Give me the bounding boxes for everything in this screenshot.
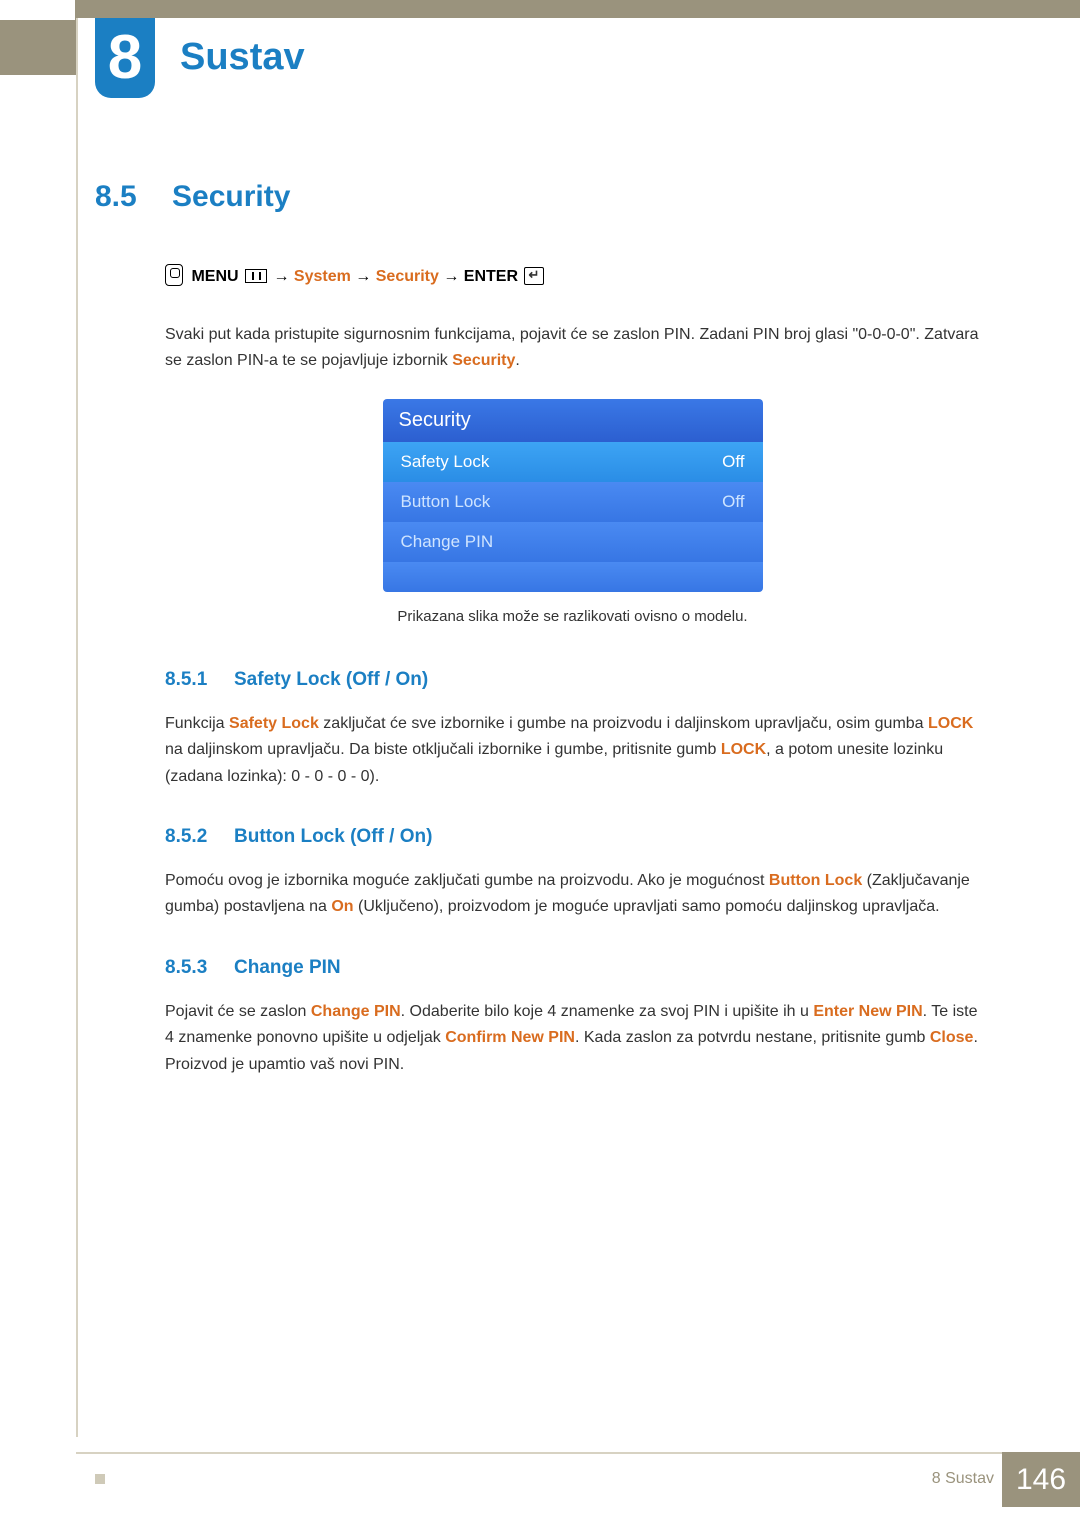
text: na daljinskom upravljaču. Da biste otklj… bbox=[165, 741, 721, 758]
highlight: LOCK bbox=[721, 741, 766, 758]
intro-highlight: Security bbox=[452, 352, 515, 369]
text: Funkcija bbox=[165, 715, 229, 732]
section-body: MENU → System → Security → ENTER Svaki p… bbox=[165, 264, 980, 625]
page-content: 8.5 Security MENU → System → Security → … bbox=[95, 180, 980, 1102]
osd-row-value: Off bbox=[722, 452, 744, 472]
header-notch bbox=[0, 0, 75, 20]
left-margin-rule bbox=[76, 18, 78, 1437]
highlight: LOCK bbox=[928, 715, 973, 732]
osd-row: Change PIN bbox=[383, 522, 763, 562]
menu-path: MENU → System → Security → ENTER bbox=[165, 264, 980, 286]
menu-path-menu: MENU bbox=[191, 268, 238, 285]
osd-row-label: Button Lock bbox=[401, 492, 491, 512]
subsection-title: Change PIN bbox=[234, 957, 341, 979]
text: Pojavit će se zaslon bbox=[165, 1003, 311, 1020]
subsection-title: Button Lock (Off / On) bbox=[234, 826, 432, 848]
footer-page-number: 146 bbox=[1002, 1452, 1080, 1507]
section-title: Security bbox=[172, 180, 290, 214]
highlight: Close bbox=[930, 1029, 974, 1046]
menu-path-security: Security bbox=[376, 268, 439, 285]
chapter-number-tab: 8 bbox=[95, 18, 155, 98]
subsection-number: 8.5.2 bbox=[165, 826, 220, 848]
subsection-body: Pomoću ovog je izbornika moguće zaključa… bbox=[165, 868, 980, 921]
text: (Uključeno), proizvodom je moguće upravl… bbox=[354, 898, 940, 915]
subsection-heading: 8.5.2 Button Lock (Off / On) bbox=[165, 826, 980, 848]
footer-chapter-label: 8 Sustav bbox=[932, 1470, 994, 1488]
text: . Odaberite bilo koje 4 znamenke za svoj… bbox=[401, 1003, 814, 1020]
page-footer: 8 Sustav 146 bbox=[0, 1452, 1080, 1527]
menu-path-arrow: → bbox=[355, 268, 371, 285]
section-number: 8.5 bbox=[95, 180, 150, 214]
intro-text-post: . bbox=[515, 352, 519, 369]
chapter-title: Sustav bbox=[180, 36, 305, 79]
intro-paragraph: Svaki put kada pristupite sigurnosnim fu… bbox=[165, 322, 980, 375]
section-heading: 8.5 Security bbox=[95, 180, 980, 214]
subsection-body: Pojavit će se zaslon Change PIN. Odaberi… bbox=[165, 999, 980, 1078]
text: Pomoću ovog je izbornika moguće zaključa… bbox=[165, 872, 769, 889]
highlight: On bbox=[331, 898, 353, 915]
osd-row-value: Off bbox=[722, 492, 744, 512]
safety-lock-paragraph: Funkcija Safety Lock zaključat će sve iz… bbox=[165, 711, 980, 790]
menu-grid-icon bbox=[245, 269, 267, 283]
menu-path-arrow: → bbox=[443, 268, 459, 285]
remote-icon bbox=[165, 264, 183, 286]
subsection-body: Funkcija Safety Lock zaključat će sve iz… bbox=[165, 711, 980, 790]
osd-row-label: Safety Lock bbox=[401, 452, 490, 472]
highlight: Button Lock bbox=[769, 872, 862, 889]
menu-path-enter: ENTER bbox=[464, 268, 518, 285]
intro-text-pre: Svaki put kada pristupite sigurnosnim fu… bbox=[165, 326, 979, 369]
osd-panel: Security Safety Lock Off Button Lock Off… bbox=[383, 399, 763, 592]
highlight: Confirm New PIN bbox=[445, 1029, 575, 1046]
osd-row: Safety Lock Off bbox=[383, 442, 763, 482]
osd-padding bbox=[383, 562, 763, 592]
subsection-heading: 8.5.1 Safety Lock (Off / On) bbox=[165, 669, 980, 691]
subsection-title: Safety Lock (Off / On) bbox=[234, 669, 428, 691]
osd-row-label: Change PIN bbox=[401, 532, 494, 552]
button-lock-paragraph: Pomoću ovog je izbornika moguće zaključa… bbox=[165, 868, 980, 921]
highlight: Enter New PIN bbox=[813, 1003, 922, 1020]
text: zaključat će sve izbornike i gumbe na pr… bbox=[319, 715, 928, 732]
enter-icon bbox=[524, 267, 544, 285]
highlight: Safety Lock bbox=[229, 715, 319, 732]
menu-path-arrow: → bbox=[273, 268, 289, 285]
highlight: Change PIN bbox=[311, 1003, 401, 1020]
osd-caption: Prikazana slika može se razlikovati ovis… bbox=[165, 608, 980, 625]
footer-bullet-icon bbox=[95, 1474, 105, 1484]
osd-row: Button Lock Off bbox=[383, 482, 763, 522]
subsection-number: 8.5.3 bbox=[165, 957, 220, 979]
change-pin-paragraph: Pojavit će se zaslon Change PIN. Odaberi… bbox=[165, 999, 980, 1078]
subsection-heading: 8.5.3 Change PIN bbox=[165, 957, 980, 979]
menu-path-system: System bbox=[294, 268, 351, 285]
text: . Kada zaslon za potvrdu nestane, pritis… bbox=[575, 1029, 930, 1046]
subsection-number: 8.5.1 bbox=[165, 669, 220, 691]
header-strip bbox=[0, 0, 1080, 75]
osd-title: Security bbox=[383, 399, 763, 442]
footer-rule bbox=[76, 1452, 1080, 1454]
